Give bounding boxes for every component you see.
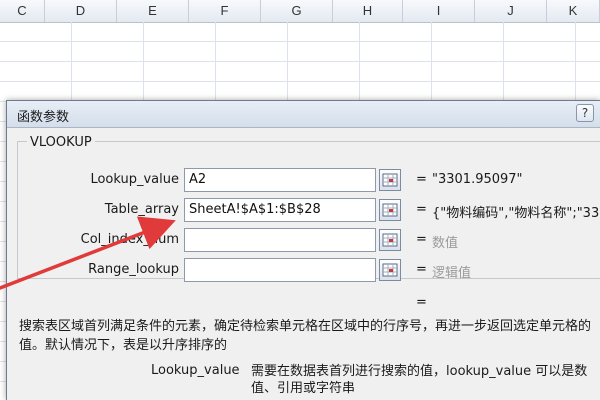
arg-equals-lookup-value: = [416, 172, 427, 187]
table-array-collapse-button[interactable] [379, 199, 401, 221]
table-array-input[interactable]: SheetA!$A$1:$B$28 [184, 198, 376, 222]
col-index-num-collapse-button[interactable] [379, 229, 401, 251]
column-header-d[interactable]: D [45, 0, 117, 22]
column-header-c[interactable]: C [0, 0, 45, 22]
arg-equals-range-lookup: = [416, 262, 427, 277]
dialog-titlebar[interactable]: 函数参数 ? [7, 101, 600, 128]
column-header-e[interactable]: E [117, 0, 189, 22]
column-header-row: C D E F G H I J K [0, 0, 600, 23]
dialog-title: 函数参数 [17, 110, 70, 125]
function-arguments-dialog: 函数参数 ? VLOOKUP Lookup_value A2 = "3301.9… [6, 100, 600, 400]
arg-result-col-index-num: 数值 [432, 236, 459, 251]
help-button[interactable]: ? [576, 104, 594, 122]
column-header-h[interactable]: H [333, 0, 403, 22]
column-header-g[interactable]: G [261, 0, 333, 22]
arg-label-range-lookup: Range_lookup [88, 262, 179, 277]
arg-result-table-array: {"物料编码","物料名称";"3301 [432, 206, 600, 221]
current-param-name: Lookup_value [151, 363, 240, 378]
range-select-icon [382, 203, 398, 217]
range-lookup-input[interactable] [184, 258, 376, 282]
arg-equals-col-index-num: = [416, 232, 427, 247]
arg-label-table-array: Table_array [104, 202, 179, 217]
range-select-icon [382, 233, 398, 247]
column-header-j[interactable]: J [475, 0, 547, 22]
arg-result-lookup-value: "3301.95097" [432, 172, 523, 187]
range-select-icon [382, 263, 398, 277]
lookup-value-input[interactable]: A2 [184, 168, 376, 192]
arg-result-range-lookup: 逻辑值 [432, 266, 472, 281]
range-select-icon [382, 173, 398, 187]
column-header-i[interactable]: I [403, 0, 475, 22]
function-description: 搜索表区域首列满足条件的元素，确定待检索单元格在区域中的行序号，再进一步返回选定… [19, 319, 592, 353]
col-index-num-input[interactable] [184, 228, 376, 252]
formula-result-equals: = [416, 295, 427, 310]
function-name: VLOOKUP [27, 135, 95, 150]
current-param-description: 需要在数据表首列进行搜索的值，lookup_value 可以是数值、引用或字符串 [251, 364, 588, 396]
arg-label-lookup-value: Lookup_value [90, 172, 179, 187]
lookup-value-collapse-button[interactable] [379, 169, 401, 191]
column-header-f[interactable]: F [189, 0, 261, 22]
column-header-k[interactable]: K [547, 0, 600, 22]
arg-equals-table-array: = [416, 202, 427, 217]
range-lookup-collapse-button[interactable] [379, 259, 401, 281]
arg-label-col-index-num: Col_index_num [80, 232, 179, 247]
